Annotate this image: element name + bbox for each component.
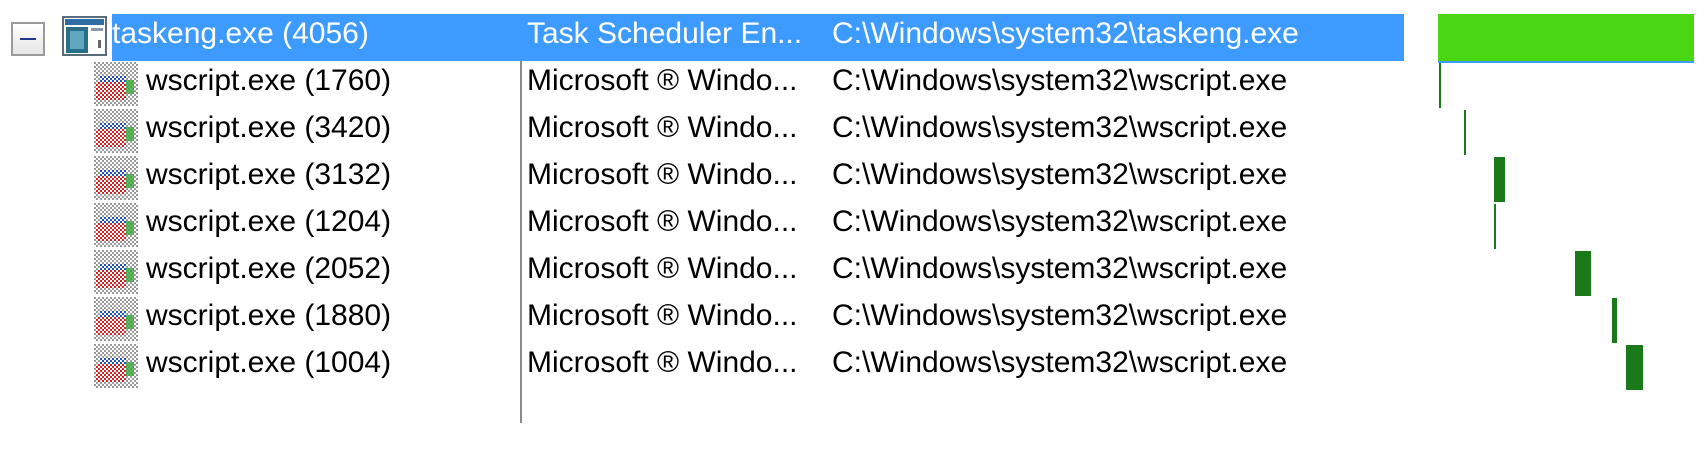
process-description: Microsoft ® Windo... <box>527 346 798 379</box>
timeline-bar <box>1494 204 1497 249</box>
process-path: C:\Windows\system32\wscript.exe <box>832 158 1288 191</box>
process-description: Microsoft ® Windo... <box>527 299 798 332</box>
process-path: C:\Windows\system32\wscript.exe <box>832 299 1288 332</box>
process-row[interactable]: wscript.exe (1204) Microsoft ® Windo... … <box>0 202 1706 249</box>
window-icon <box>62 16 107 56</box>
process-path: C:\Windows\system32\taskeng.exe <box>832 17 1299 50</box>
process-description: Microsoft ® Windo... <box>527 252 798 285</box>
process-description: Microsoft ® Windo... <box>527 111 798 144</box>
process-name: wscript.exe (1880) <box>146 299 392 332</box>
process-name: wscript.exe (1760) <box>146 64 392 97</box>
process-name: wscript.exe (1204) <box>146 205 392 238</box>
script-icon <box>94 62 138 106</box>
process-name: wscript.exe (3420) <box>146 111 392 144</box>
timeline-cell <box>1438 202 1694 249</box>
script-icon <box>94 156 138 200</box>
process-tree[interactable]: taskeng.exe (4056) Task Scheduler En... … <box>0 14 1706 423</box>
timeline-cell <box>1438 61 1694 108</box>
script-icon <box>94 344 138 388</box>
timeline-bar <box>1626 345 1643 390</box>
timeline-cell <box>1438 296 1694 343</box>
process-row-root[interactable]: taskeng.exe (4056) Task Scheduler En... … <box>0 14 1706 63</box>
process-path: C:\Windows\system32\wscript.exe <box>832 111 1288 144</box>
timeline-cell <box>1438 14 1694 61</box>
process-name: wscript.exe (3132) <box>146 158 392 191</box>
script-icon <box>94 203 138 247</box>
process-path: C:\Windows\system32\wscript.exe <box>832 346 1288 379</box>
process-row[interactable]: wscript.exe (3420) Microsoft ® Windo... … <box>0 108 1706 155</box>
timeline-bar <box>1574 251 1592 296</box>
process-path: C:\Windows\system32\wscript.exe <box>832 205 1288 238</box>
process-name: taskeng.exe (4056) <box>112 17 369 50</box>
process-name: wscript.exe (1004) <box>146 346 392 379</box>
process-row[interactable]: wscript.exe (1880) Microsoft ® Windo... … <box>0 296 1706 343</box>
process-name: wscript.exe (2052) <box>146 252 392 285</box>
timeline-bar <box>1438 14 1694 61</box>
timeline-cell <box>1438 108 1694 155</box>
process-path: C:\Windows\system32\wscript.exe <box>832 64 1288 97</box>
process-path: C:\Windows\system32\wscript.exe <box>832 252 1288 285</box>
script-icon <box>94 250 138 294</box>
timeline-bar <box>1438 63 1442 108</box>
process-row[interactable]: wscript.exe (1760) Microsoft ® Windo... … <box>0 61 1706 108</box>
timeline-cell <box>1438 343 1694 390</box>
process-description: Microsoft ® Windo... <box>527 64 798 97</box>
timeline-bar <box>1463 110 1467 155</box>
script-icon <box>94 109 138 153</box>
timeline-bar <box>1494 157 1506 202</box>
process-row[interactable]: wscript.exe (1004) Microsoft ® Windo... … <box>0 343 1706 390</box>
timeline-cell <box>1438 249 1694 296</box>
process-description: Task Scheduler En... <box>527 17 803 50</box>
process-row[interactable]: wscript.exe (2052) Microsoft ® Windo... … <box>0 249 1706 296</box>
script-icon <box>94 297 138 341</box>
process-description: Microsoft ® Windo... <box>527 158 798 191</box>
timeline-bar <box>1612 298 1618 343</box>
timeline-cell <box>1438 155 1694 202</box>
process-description: Microsoft ® Windo... <box>527 205 798 238</box>
collapse-toggle[interactable] <box>11 22 45 56</box>
process-row[interactable]: wscript.exe (3132) Microsoft ® Windo... … <box>0 155 1706 202</box>
